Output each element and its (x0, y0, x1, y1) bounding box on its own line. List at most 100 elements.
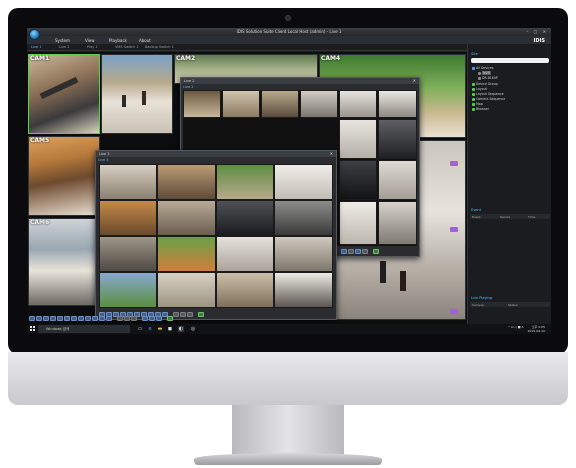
layout-button[interactable] (50, 316, 56, 321)
camera-tile[interactable] (378, 119, 417, 159)
edge-browser-icon[interactable]: e (147, 326, 153, 332)
camera-tile[interactable] (300, 90, 338, 118)
camera-tile[interactable] (222, 90, 260, 118)
app-icon[interactable]: ◎ (190, 326, 196, 332)
tab-live-2[interactable]: Live 2 (59, 45, 70, 49)
layout-button[interactable] (131, 316, 137, 321)
tree-item-all-devices[interactable]: All Devices (472, 66, 494, 70)
camera-tile[interactable] (99, 236, 157, 272)
layout-button[interactable] (355, 249, 361, 254)
layout-button[interactable] (57, 316, 63, 321)
camera-tile[interactable] (157, 272, 216, 308)
camera-tile[interactable] (339, 201, 377, 245)
layout-button[interactable] (187, 312, 193, 317)
file-explorer-icon[interactable]: ▬ (157, 326, 163, 332)
camera-tile[interactable] (274, 200, 333, 236)
camera-tile[interactable] (216, 200, 274, 236)
camera-tile[interactable] (378, 160, 417, 200)
layout-button[interactable] (99, 316, 105, 321)
tray-icons[interactable]: ^ ⊡ ◁ ■ A (508, 325, 524, 329)
close-icon[interactable]: ✕ (330, 151, 333, 156)
task-view-icon[interactable]: ▭ (137, 326, 143, 332)
tree-item-map[interactable]: Map (472, 102, 483, 106)
camera-tile[interactable]: CAM6 (28, 218, 100, 306)
camera-tile[interactable] (99, 272, 157, 308)
camera-tile[interactable] (99, 164, 157, 200)
refresh-button[interactable] (198, 312, 204, 317)
menu-playback[interactable]: Playback (109, 38, 127, 43)
device-column[interactable]: Device (500, 215, 510, 219)
layout-button[interactable] (85, 316, 91, 321)
menu-system[interactable]: System (55, 38, 70, 43)
camera-tile[interactable] (339, 119, 377, 159)
layout-button[interactable] (71, 316, 77, 321)
camera-tile[interactable] (261, 90, 299, 118)
camera-tile[interactable]: CAM5 (28, 136, 100, 216)
idis-app-icon[interactable]: ◐ (178, 326, 184, 332)
tree-item-camera-sequence[interactable]: Camera Sequence (472, 97, 505, 101)
event-column[interactable]: Event (472, 215, 481, 219)
tree-item-device-group[interactable]: Device Group (472, 82, 498, 86)
tree-item-layout[interactable]: Layout (472, 87, 487, 91)
layout-button[interactable] (156, 316, 162, 321)
speaker-icon[interactable] (450, 309, 458, 314)
tab-vms-switch[interactable]: VMS Switch 1 (115, 45, 139, 49)
layout-button[interactable] (348, 249, 354, 254)
close-icon[interactable]: ✕ (413, 78, 416, 83)
tree-item-layout-sequence[interactable]: Layout Sequence (472, 92, 504, 96)
layout-button[interactable] (142, 316, 148, 321)
tree-item-dr8164p[interactable]: DR-8164P (478, 76, 498, 80)
subwindow-titlebar[interactable]: Live 3 (96, 151, 336, 157)
site-search-input[interactable] (471, 58, 549, 63)
layout-button[interactable] (29, 316, 35, 321)
camera-tile[interactable] (99, 200, 157, 236)
camera-tile[interactable] (378, 90, 417, 118)
layout-button[interactable] (78, 316, 84, 321)
camera-tile[interactable] (216, 272, 274, 308)
menu-about[interactable]: About (139, 38, 151, 43)
camera-tile[interactable]: CAM1 (28, 54, 100, 134)
camera-tile[interactable] (378, 201, 417, 245)
layout-button[interactable] (64, 316, 70, 321)
status-column[interactable]: Status (508, 303, 518, 307)
layout-button[interactable] (341, 249, 347, 254)
camera-tile[interactable] (157, 236, 216, 272)
camera-tile[interactable] (216, 236, 274, 272)
tree-item-nvr[interactable]: NVR (478, 71, 491, 75)
camera-tile[interactable] (339, 90, 377, 118)
subwindow-tab[interactable]: Live 2 (183, 85, 194, 89)
window-controls[interactable]: – □ ✕ (526, 29, 548, 34)
layout-button[interactable] (106, 316, 112, 321)
layout-button[interactable] (173, 312, 179, 317)
tab-live-1[interactable]: Live 1 (31, 45, 42, 49)
layout-button[interactable] (362, 249, 368, 254)
refresh-button[interactable] (167, 316, 173, 321)
camera-tile[interactable] (274, 164, 333, 200)
layout-button[interactable] (149, 316, 155, 321)
layout-button[interactable] (180, 312, 186, 317)
tab-play-1[interactable]: Play 1 (87, 45, 98, 49)
tree-item-browser[interactable]: Browser (472, 107, 489, 111)
layout-button[interactable] (124, 316, 130, 321)
subwindow-tab[interactable]: Live 3 (98, 158, 109, 162)
tab-backup-switch[interactable]: Backup Switch 1 (145, 45, 174, 49)
camera-tile[interactable] (157, 164, 216, 200)
camera-tile[interactable] (274, 236, 333, 272)
camera-tile[interactable] (157, 200, 216, 236)
layout-button[interactable] (36, 316, 42, 321)
menu-view[interactable]: View (85, 38, 95, 43)
time-column[interactable]: Time (528, 215, 535, 219)
camera-tile[interactable] (339, 160, 377, 200)
taskbar-search-box[interactable]: Windows 검색 (38, 325, 130, 333)
layout-button[interactable] (117, 316, 123, 321)
refresh-button[interactable] (373, 249, 379, 254)
store-icon[interactable]: ◼ (167, 326, 173, 332)
camera-column[interactable]: Camera (472, 303, 484, 307)
camera-tile[interactable] (274, 272, 333, 308)
subwindow-titlebar[interactable]: Live 2 (181, 78, 419, 84)
live-window-front[interactable]: Live 3 ✕ Live 3 (95, 150, 337, 320)
windows-start-icon[interactable] (30, 326, 35, 331)
layout-button[interactable] (92, 316, 98, 321)
speaker-icon[interactable] (450, 161, 458, 166)
speaker-icon[interactable] (450, 227, 458, 232)
